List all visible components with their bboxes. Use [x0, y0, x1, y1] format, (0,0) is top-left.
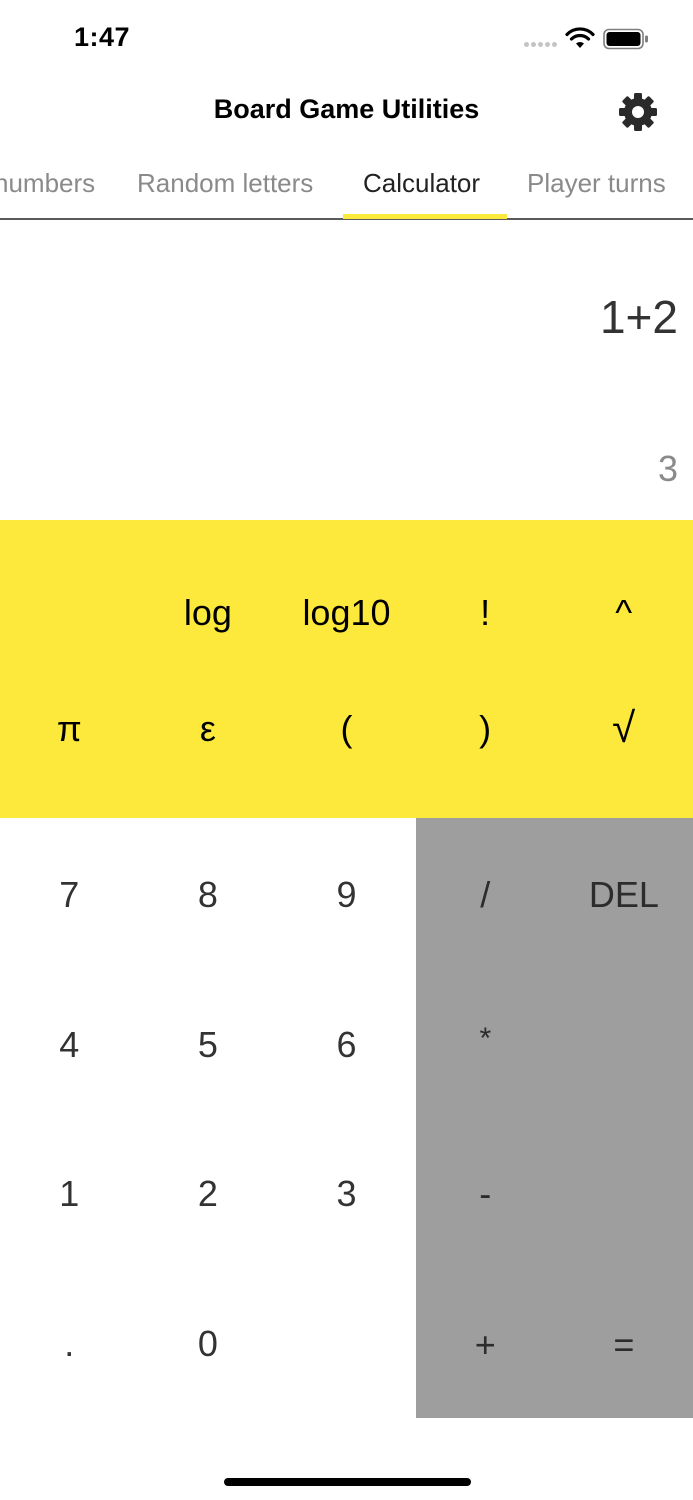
- status-time: 1:47: [74, 22, 131, 52]
- epsilon-key[interactable]: ε: [139, 708, 278, 750]
- app-title: Board Game Utilities: [213, 94, 480, 124]
- decimal-key[interactable]: .: [0, 1323, 139, 1365]
- key-0[interactable]: 0: [139, 1323, 278, 1365]
- battery-icon: [603, 28, 648, 50]
- pi-key[interactable]: π: [0, 708, 139, 750]
- tab-random-letters[interactable]: Random letters: [137, 168, 313, 199]
- calculator-screen: 1:47 Board Game Utilities numbers Random…: [0, 0, 693, 1500]
- tab-player-turns[interactable]: Player turns: [527, 168, 666, 199]
- key-2[interactable]: 2: [139, 1173, 278, 1215]
- result-display: 3: [657, 448, 678, 489]
- key-7[interactable]: 7: [0, 874, 139, 916]
- wifi-icon: [565, 27, 595, 48]
- close-paren-key[interactable]: ): [416, 708, 555, 750]
- key-5[interactable]: 5: [139, 1024, 278, 1066]
- power-key[interactable]: ^: [554, 592, 693, 634]
- multiply-key[interactable]: *: [416, 1022, 555, 1056]
- key-4[interactable]: 4: [0, 1024, 139, 1066]
- divide-key[interactable]: /: [416, 874, 555, 916]
- key-8[interactable]: 8: [139, 874, 278, 916]
- add-key[interactable]: +: [416, 1324, 555, 1366]
- subtract-key[interactable]: -: [416, 1173, 555, 1215]
- delete-key[interactable]: DEL: [555, 874, 693, 916]
- tab-random-numbers[interactable]: numbers: [0, 168, 95, 199]
- key-1[interactable]: 1: [0, 1173, 139, 1215]
- operator-keypad: / DEL * - + =: [416, 818, 693, 1418]
- scientific-keypad: log log10 ! ^ π ε ( ) √: [0, 520, 693, 818]
- key-6[interactable]: 6: [277, 1024, 416, 1066]
- tab-bar: numbers Random letters Calculator Player…: [0, 150, 693, 220]
- home-indicator: [224, 1478, 471, 1486]
- factorial-key[interactable]: !: [416, 592, 555, 634]
- gear-icon[interactable]: [618, 92, 658, 132]
- tab-calculator[interactable]: Calculator: [363, 168, 480, 199]
- expression-display: 1+2: [599, 291, 678, 343]
- cellular-signal-icon: [524, 42, 558, 48]
- log10-key[interactable]: log10: [277, 592, 416, 634]
- log-key[interactable]: log: [139, 592, 278, 634]
- equals-key[interactable]: =: [555, 1324, 693, 1366]
- sqrt-key[interactable]: √: [554, 704, 693, 752]
- active-tab-indicator: [343, 214, 507, 219]
- open-paren-key[interactable]: (: [277, 708, 416, 750]
- key-9[interactable]: 9: [277, 874, 416, 916]
- key-3[interactable]: 3: [277, 1173, 416, 1215]
